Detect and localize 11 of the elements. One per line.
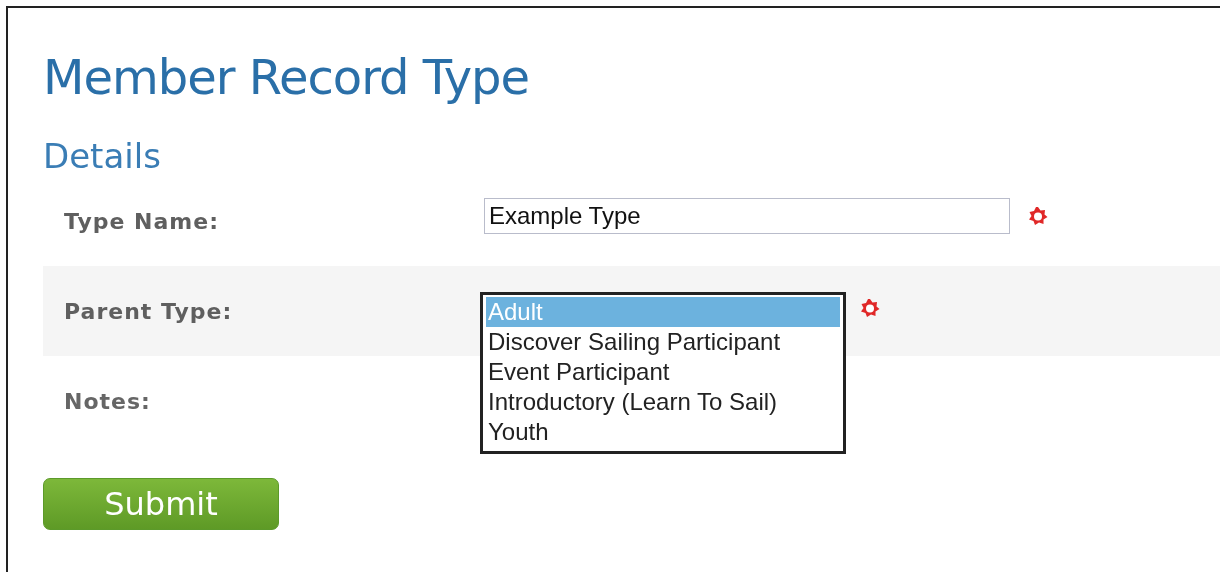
page-title: Member Record Type: [43, 48, 531, 106]
section-heading: Details: [43, 136, 162, 176]
field-label: Notes:: [63, 388, 152, 414]
list-option[interactable]: Youth: [486, 417, 840, 447]
list-option[interactable]: Introductory (Learn To Sail): [486, 387, 840, 417]
list-option[interactable]: Event Participant: [486, 357, 840, 387]
text-field[interactable]: Example Type: [484, 198, 1010, 234]
list-option[interactable]: Discover Sailing Participant: [486, 327, 840, 357]
list-box[interactable]: Adult Discover Sailing Participant Event Participant Introductory (Learn To Sail) Youth: [480, 292, 846, 454]
field-label: Type Name:: [63, 208, 220, 234]
field-label: Parent Type:: [63, 298, 234, 324]
